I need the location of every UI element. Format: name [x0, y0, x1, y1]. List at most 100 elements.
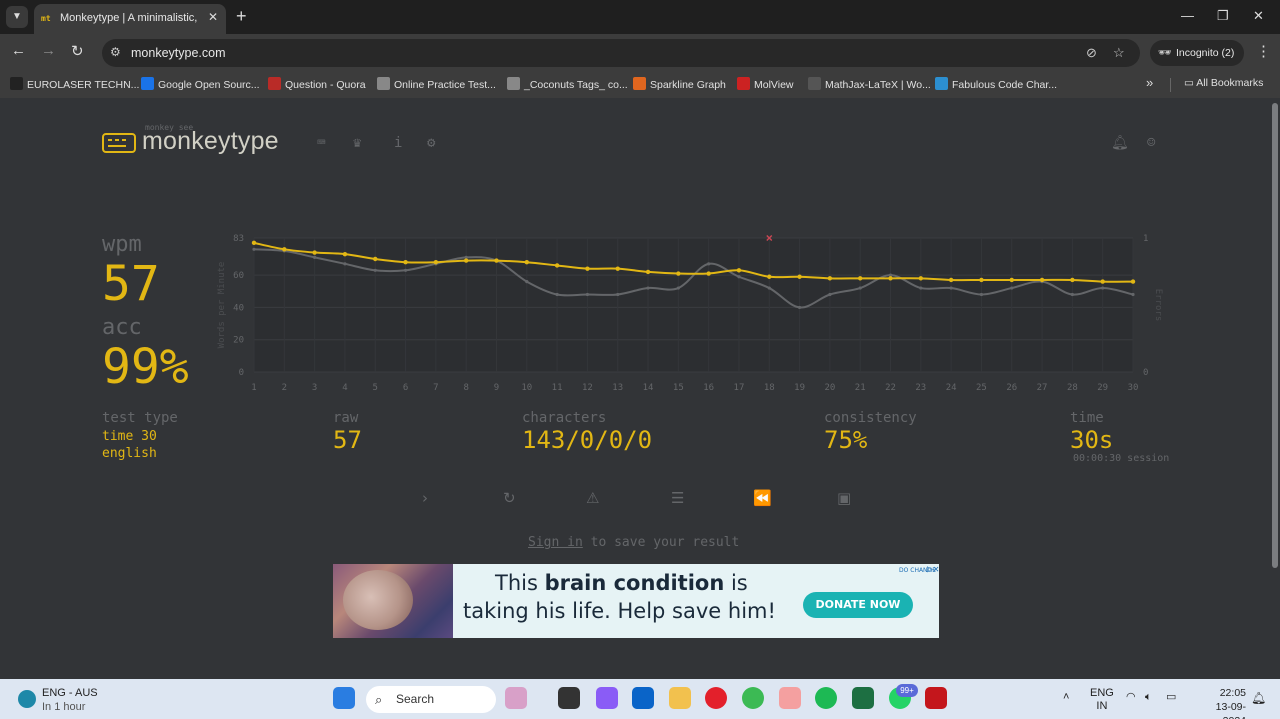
site-info-icon[interactable]: ⚙: [110, 45, 121, 59]
browser-tab[interactable]: mt Monkeytype | A minimalistic, customiz…: [34, 4, 226, 34]
x-tick-label: 19: [794, 383, 805, 393]
x-tick-label: 3: [312, 383, 317, 393]
keyboard-icon[interactable]: ⌨: [317, 135, 325, 151]
show-hidden-icons[interactable]: ˄: [1063, 691, 1069, 704]
x-tick-label: 1: [251, 383, 256, 393]
forward-icon[interactable]: →: [41, 42, 56, 59]
signin-prompt: Sign in to save your result: [528, 535, 739, 550]
data-point-raw: [676, 286, 680, 290]
volume-icon[interactable]: 🔈︎: [1145, 691, 1152, 704]
eye-off-icon[interactable]: ⊘: [1086, 45, 1097, 61]
logo-text[interactable]: monkeytype: [142, 127, 279, 156]
battery-icon[interactable]: ▭: [1166, 691, 1176, 704]
back-icon[interactable]: ←: [11, 42, 26, 59]
close-tab-icon[interactable]: ✕: [208, 10, 218, 24]
excel-icon[interactable]: [852, 687, 874, 709]
data-point-raw: [1070, 292, 1074, 297]
data-point-raw: [919, 286, 923, 290]
data-point-raw: [343, 262, 347, 266]
address-bar[interactable]: ⚙ monkeytype.com ⊘ ☆: [102, 39, 1140, 67]
notifications-icon[interactable]: 🔔︎: [1251, 691, 1266, 705]
bookmark-star-icon[interactable]: ☆: [1113, 45, 1125, 61]
next-test-icon[interactable]: ›: [422, 489, 428, 507]
copilot-icon[interactable]: [596, 687, 618, 709]
data-point-raw: [979, 292, 984, 297]
clock[interactable]: 22:0513-09-2024: [1208, 686, 1246, 719]
y2-tick-label: 1: [1143, 234, 1148, 244]
keyboard-logo-icon[interactable]: [102, 133, 136, 153]
bookmark-item[interactable]: _Coconuts Tags_ co...: [507, 77, 628, 91]
data-point-raw: [1131, 292, 1135, 297]
bookmark-item[interactable]: MathJax-LaTeX | Wo...: [808, 77, 931, 91]
start-icon[interactable]: [333, 687, 355, 709]
crown-icon[interactable]: ♛: [353, 135, 361, 151]
acc-value: 99%: [102, 339, 189, 395]
account-icon[interactable]: ☺: [1147, 135, 1155, 151]
language-indicator[interactable]: ENG IN: [1090, 687, 1114, 713]
bookmark-item[interactable]: EUROLASER TECHN...: [10, 77, 139, 91]
close-window-button[interactable]: ✕: [1253, 8, 1264, 24]
tab-search-button[interactable]: ▼: [6, 6, 28, 28]
data-point-raw: [737, 275, 741, 279]
incognito-button[interactable]: 🕶 Incognito (2): [1150, 40, 1244, 66]
bookmark-label: _Coconuts Tags_ co...: [524, 79, 628, 91]
globe-icon: [507, 77, 520, 90]
opera-icon[interactable]: [705, 687, 727, 709]
weather-title: ENG - AUS: [42, 687, 98, 699]
data-point-raw: [1010, 286, 1014, 290]
chart-plot-area: [254, 238, 1133, 372]
x-tick-label: 5: [373, 383, 378, 393]
bookmark-label: MathJax-LaTeX | Wo...: [825, 79, 931, 91]
minimize-button[interactable]: —: [1181, 8, 1194, 23]
url-text[interactable]: monkeytype.com: [131, 46, 225, 60]
bookmark-item[interactable]: Online Practice Test...: [377, 77, 496, 91]
screenshot-icon[interactable]: ▣: [837, 489, 851, 507]
wpm-chart[interactable]: 0204060831 2 3 4 5 6 7 8 9 10 11 12 13 14 15 16 17 18 19 20…: [210, 224, 1180, 399]
task-view-icon[interactable]: [558, 687, 580, 709]
test-type-language: english: [102, 446, 157, 461]
x-tick-label: 8: [463, 383, 468, 393]
data-point-raw: [797, 305, 802, 310]
bookmark-item[interactable]: MolView: [737, 77, 794, 91]
taskbar-search[interactable]: ⌕ Search: [366, 686, 496, 713]
menu-icon[interactable]: ⋮: [1256, 42, 1271, 60]
word-history-icon[interactable]: ☰: [671, 489, 684, 507]
x-tick-label: 9: [494, 383, 499, 393]
x-tick-label: 7: [433, 383, 438, 393]
notification-bell-icon[interactable]: 🔔︎: [1111, 135, 1129, 151]
ad-close-icon[interactable]: ▷✕: [927, 564, 939, 575]
info-icon[interactable]: i: [394, 135, 402, 151]
data-point-raw: [585, 292, 590, 297]
wifi-icon[interactable]: ◠: [1126, 691, 1136, 704]
file-explorer-icon[interactable]: [669, 687, 691, 709]
data-point-wpm: [554, 263, 560, 268]
data-point-wpm: [251, 240, 257, 246]
warning-icon[interactable]: ⚠: [586, 489, 599, 507]
restart-icon[interactable]: ↻: [503, 489, 516, 507]
incognito-icon: 🕶: [1158, 47, 1172, 59]
reload-icon[interactable]: ↻: [71, 42, 84, 60]
test-type-mode: time 30: [102, 429, 157, 444]
acrobat-icon[interactable]: [925, 687, 947, 709]
data-point-raw: [525, 279, 529, 284]
widgets-icon[interactable]: [505, 687, 527, 709]
ad-banner[interactable]: This brain condition is taking his life.…: [333, 564, 939, 638]
replay-icon[interactable]: ⏪: [753, 489, 772, 507]
characters-label: characters: [522, 410, 607, 426]
restore-button[interactable]: ❐: [1217, 8, 1229, 24]
chrome-icon[interactable]: [742, 687, 764, 709]
signin-link[interactable]: Sign in: [528, 535, 583, 550]
spotify-icon[interactable]: [815, 687, 837, 709]
settings-gear-icon[interactable]: ⚙: [427, 135, 435, 151]
new-tab-button[interactable]: +: [236, 6, 247, 26]
page-scrollbar[interactable]: [1272, 103, 1278, 568]
bookmark-item[interactable]: Google Open Sourc...: [141, 77, 260, 91]
bookmark-item[interactable]: Question - Quora: [268, 77, 366, 91]
bookmark-item[interactable]: Fabulous Code Char...: [935, 77, 1057, 91]
more-bookmarks-icon[interactable]: »: [1146, 75, 1153, 90]
bookmark-item[interactable]: Sparkline Graph: [633, 77, 726, 91]
notepad-icon[interactable]: [779, 687, 801, 709]
donate-now-button[interactable]: DONATE NOW: [803, 592, 913, 618]
outlook-icon[interactable]: [632, 687, 654, 709]
all-bookmarks-button[interactable]: ▭ All Bookmarks: [1184, 77, 1263, 89]
